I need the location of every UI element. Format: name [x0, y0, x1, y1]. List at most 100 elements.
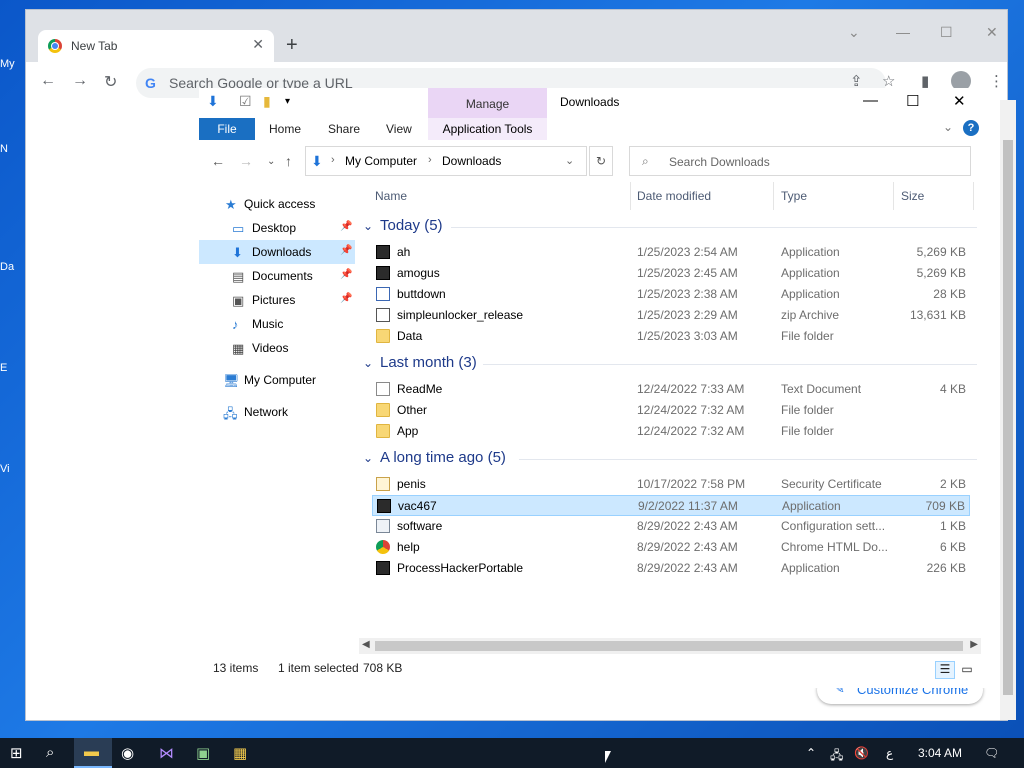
nav-item-desktop[interactable]: ▭ Desktop 📌 — [199, 216, 355, 240]
details-view-icon[interactable]: ☰ — [935, 661, 955, 679]
refresh-button[interactable]: ↻ — [589, 146, 613, 176]
visual-studio-icon[interactable]: ⋈ — [159, 744, 174, 762]
windows-start-icon[interactable]: ⊞ — [10, 744, 23, 762]
large-icons-view-icon[interactable]: ▭ — [957, 661, 977, 679]
nav-item-network[interactable]: 🖧 Network — [199, 400, 355, 424]
tab-home[interactable]: Home — [269, 122, 301, 136]
minimize-button[interactable]: — — [863, 92, 878, 109]
file-row[interactable]: amogus 1/25/2023 2:45 AM Application 5,2… — [372, 263, 970, 284]
file-row[interactable]: App 12/24/2022 7:32 AM File folder — [372, 421, 970, 442]
column-header-date-modified[interactable]: Date modified — [637, 189, 711, 203]
group-header-a-long-time-ago[interactable]: ⌄ A long time ago (5) — [359, 448, 977, 470]
download-icon: ⬇ — [311, 153, 323, 169]
tab-file[interactable]: File — [199, 118, 255, 140]
desktop-label[interactable]: E — [0, 362, 7, 374]
breadcrumb-downloads[interactable]: Downloads — [442, 154, 501, 168]
notifications-icon[interactable]: 🗨 — [984, 746, 999, 760]
forward-icon[interactable]: → — [239, 153, 253, 169]
file-type: File folder — [781, 424, 834, 438]
file-row[interactable]: ProcessHackerPortable 8/29/2022 2:43 AM … — [372, 558, 970, 579]
up-icon[interactable]: ↑ — [285, 153, 292, 169]
address-dropdown-icon[interactable]: ⌄ — [565, 154, 574, 167]
recent-locations-icon[interactable]: ⌄ — [267, 156, 275, 167]
chrome-icon[interactable]: ◉ — [121, 744, 134, 762]
expand-ribbon-icon[interactable]: ⌄ — [943, 120, 953, 134]
volume-muted-icon[interactable]: 🔇 — [854, 746, 869, 760]
input-language[interactable]: ع — [886, 746, 893, 760]
new-tab-button[interactable]: + — [286, 34, 298, 57]
application-icon[interactable]: ▦ — [233, 744, 247, 762]
network-icon[interactable]: 🖧 — [830, 746, 843, 767]
scrollbar-thumb[interactable] — [1003, 140, 1013, 695]
close-button[interactable]: ✕ — [986, 24, 998, 41]
group-header-today[interactable]: ⌄ Today (5) — [359, 216, 977, 238]
back-icon[interactable]: ← — [40, 72, 56, 90]
breadcrumb-separator-icon[interactable]: › — [331, 154, 335, 166]
properties-icon[interactable]: ☑ — [239, 93, 252, 110]
column-divider[interactable] — [973, 182, 974, 210]
address-bar[interactable]: ⬇ › My Computer › Downloads ⌄ — [305, 146, 587, 176]
file-row-selected[interactable]: vac467 9/2/2022 11:37 AM Application 709… — [372, 495, 970, 516]
taskbar-file-explorer-active[interactable]: ▬ — [74, 738, 112, 768]
desktop-label[interactable]: Da — [0, 261, 14, 273]
videos-icon: ▦ — [232, 341, 245, 356]
reload-icon[interactable]: ↻ — [104, 72, 117, 92]
breadcrumb-separator-icon[interactable]: › — [428, 154, 432, 166]
group-header-last-month[interactable]: ⌄ Last month (3) — [359, 353, 977, 375]
tab-application-tools[interactable]: Application Tools — [428, 118, 547, 140]
file-row[interactable]: penis 10/17/2022 7:58 PM Security Certif… — [372, 474, 970, 495]
scroll-left-icon[interactable]: ◀ — [362, 639, 370, 650]
search-icon[interactable]: ⌕ — [46, 744, 54, 761]
column-header-size[interactable]: Size — [901, 189, 924, 203]
file-row[interactable]: ReadMe 12/24/2022 7:33 AM Text Document … — [372, 379, 970, 400]
process-hacker-icon[interactable]: ▣ — [196, 744, 210, 762]
minimize-button[interactable]: — — [896, 24, 910, 40]
desktop-label[interactable]: My — [0, 58, 15, 70]
maximize-button[interactable]: ☐ — [940, 24, 953, 41]
column-divider[interactable] — [630, 182, 631, 210]
tab-view[interactable]: View — [386, 122, 412, 136]
file-row[interactable]: Data 1/25/2023 3:03 AM File folder — [372, 326, 970, 347]
scrollbar-thumb[interactable] — [375, 641, 963, 651]
nav-item-downloads[interactable]: ⬇ Downloads 📌 — [199, 240, 355, 264]
column-divider[interactable] — [893, 182, 894, 210]
close-button[interactable]: ✕ — [953, 92, 966, 110]
nav-item-pictures[interactable]: ▣ Pictures 📌 — [199, 288, 355, 312]
nav-item-documents[interactable]: ▤ Documents 📌 — [199, 264, 355, 288]
maximize-button[interactable]: ☐ — [906, 92, 919, 110]
breadcrumb-my-computer[interactable]: My Computer — [345, 154, 417, 168]
file-row[interactable]: buttdown 1/25/2023 2:38 AM Application 2… — [372, 284, 970, 305]
quick-access-dropdown-icon[interactable]: ▾ — [285, 96, 290, 107]
file-row[interactable]: Other 12/24/2022 7:32 AM File folder — [372, 400, 970, 421]
file-name: vac467 — [398, 499, 437, 513]
desktop-label[interactable]: Vi — [0, 463, 10, 475]
clock[interactable]: 3:04 AM — [918, 746, 962, 760]
scroll-right-icon[interactable]: ▶ — [970, 639, 978, 650]
search-input[interactable]: ⌕ Search Downloads — [629, 146, 971, 176]
chrome-vertical-scrollbar[interactable] — [1000, 100, 1016, 720]
tab-new-tab[interactable]: New Tab ✕ — [38, 30, 274, 62]
help-icon[interactable]: ? — [963, 120, 979, 136]
download-icon[interactable]: ⬇ — [207, 93, 219, 110]
tab-share[interactable]: Share — [328, 122, 360, 136]
column-header-type[interactable]: Type — [781, 189, 807, 203]
back-icon[interactable]: ← — [211, 153, 225, 169]
column-header-name[interactable]: Name — [375, 189, 407, 203]
nav-item-quick-access[interactable]: ★ Quick access — [199, 192, 355, 216]
column-divider[interactable] — [773, 182, 774, 210]
file-row[interactable]: simpleunlocker_release 1/25/2023 2:29 AM… — [372, 305, 970, 326]
file-row[interactable]: software 8/29/2022 2:43 AM Configuration… — [372, 516, 970, 537]
horizontal-scrollbar[interactable]: ◀ ▶ — [359, 638, 981, 654]
nav-item-my-computer[interactable]: 🖥 My Computer — [199, 368, 355, 392]
desktop-label[interactable]: N — [0, 143, 8, 155]
file-row[interactable]: help 8/29/2022 2:43 AM Chrome HTML Do...… — [372, 537, 970, 558]
chevron-up-icon[interactable]: ⌃ — [806, 746, 816, 760]
forward-icon[interactable]: → — [72, 72, 88, 90]
new-folder-icon[interactable]: ▮ — [263, 93, 271, 110]
nav-item-music[interactable]: ♪ Music — [199, 312, 355, 336]
file-row[interactable]: ah 1/25/2023 2:54 AM Application 5,269 K… — [372, 242, 970, 263]
tab-search-icon[interactable]: ⌄ — [848, 24, 860, 41]
manage-context-tab[interactable]: Manage — [428, 88, 547, 118]
nav-item-videos[interactable]: ▦ Videos — [199, 336, 355, 360]
close-tab-icon[interactable]: ✕ — [252, 36, 264, 53]
